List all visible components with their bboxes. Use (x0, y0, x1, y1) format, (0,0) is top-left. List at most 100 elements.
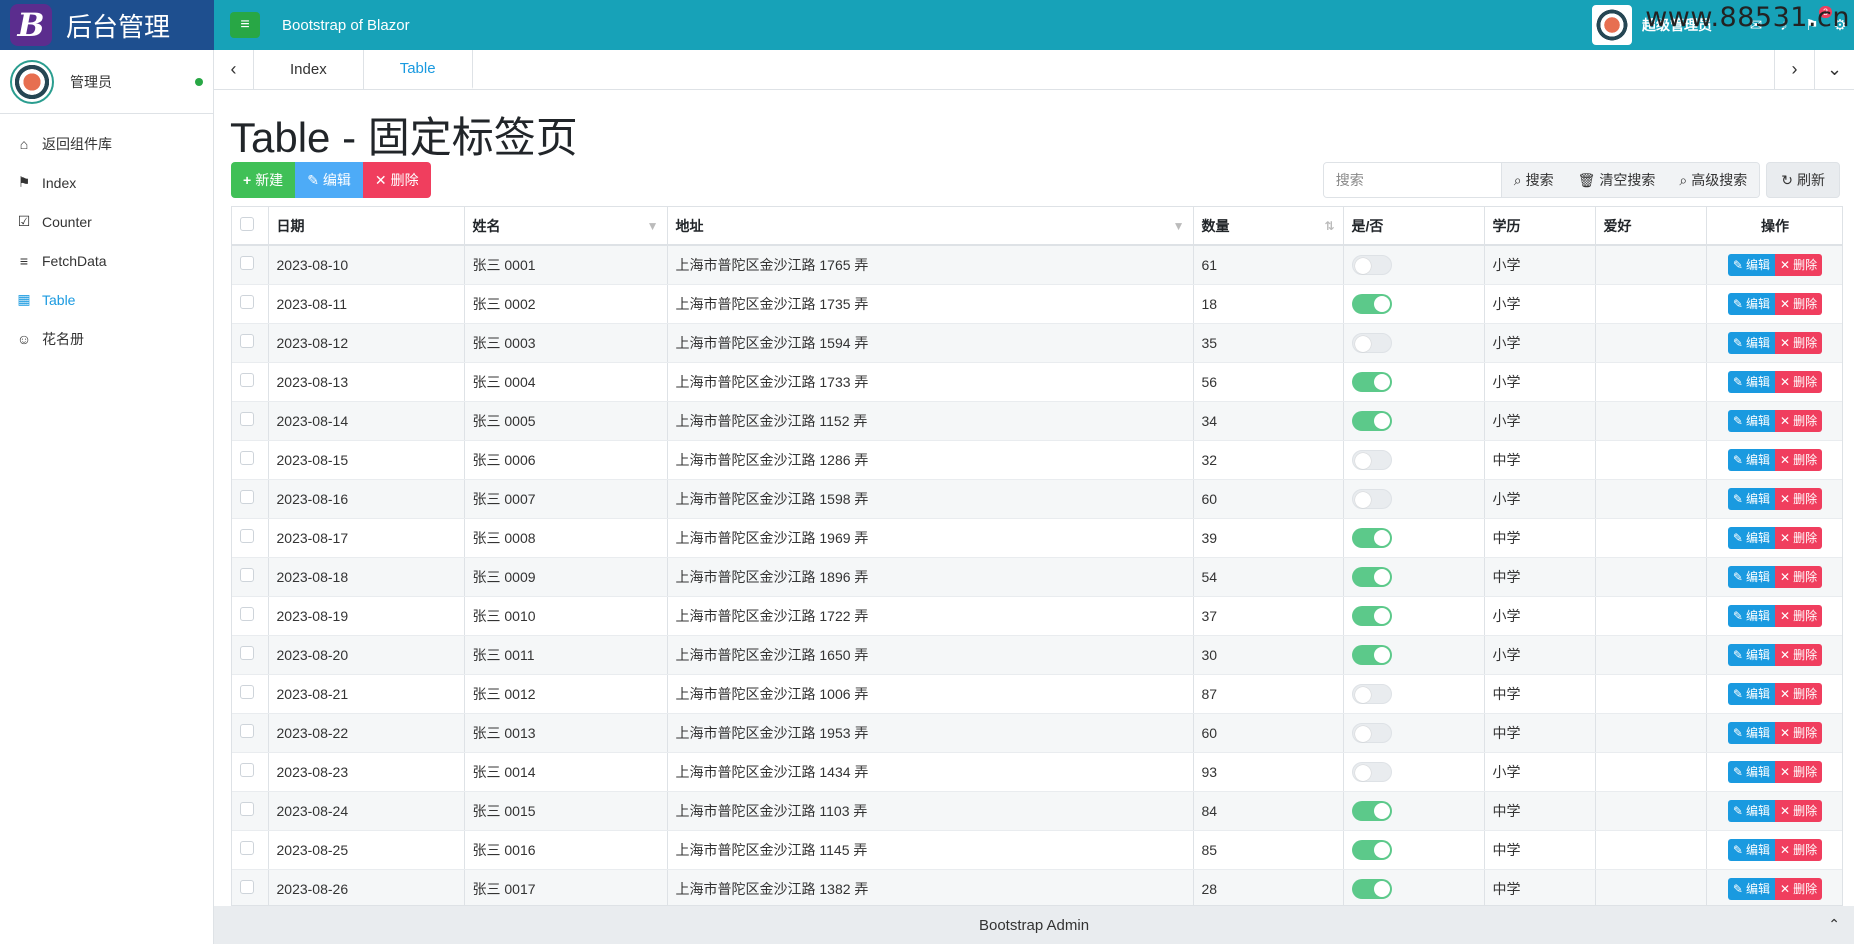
table-row[interactable]: 2023-08-18 张三 0009 上海市普陀区金沙江路 1896 弄 54 中学 ✎ 编… (232, 557, 1842, 597)
toggle-switch[interactable] (1351, 332, 1392, 353)
refresh-button[interactable]: ↻ 刷新 (1766, 162, 1840, 198)
row-checkbox[interactable] (240, 451, 254, 465)
row-checkbox[interactable] (240, 256, 254, 271)
toggle-switch[interactable] (1351, 644, 1392, 665)
row-checkbox[interactable] (240, 529, 254, 543)
row-checkbox[interactable] (240, 334, 254, 348)
sidebar-item-users[interactable]: ☺ 花名册 (0, 319, 213, 358)
toggle-switch[interactable] (1351, 449, 1392, 470)
table-row[interactable]: 2023-08-10 张三 0001 上海市普陀区金沙江路 1765 弄 61 小学 ✎ 编… (232, 245, 1842, 285)
row-delete-button[interactable]: ✕ 删除 (1775, 409, 1823, 432)
row-delete-button[interactable]: ✕ 删除 (1775, 292, 1823, 315)
row-delete-button[interactable]: ✕ 删除 (1775, 448, 1823, 471)
tab-table[interactable]: Table (363, 50, 473, 89)
row-checkbox[interactable] (240, 802, 254, 816)
row-checkbox[interactable] (240, 568, 254, 582)
row-edit-button[interactable]: ✎ 编辑 (1727, 838, 1775, 861)
scroll-top-icon[interactable]: ⌃ (1828, 916, 1840, 933)
table-row[interactable]: 2023-08-17 张三 0008 上海市普陀区金沙江路 1969 弄 39 中学 ✎ 编… (232, 518, 1842, 558)
delete-button[interactable]: ✕ 删除 (362, 162, 431, 198)
table-row[interactable]: 2023-08-19 张三 0010 上海市普陀区金沙江路 1722 弄 37 小学 ✎ 编… (232, 596, 1842, 636)
table-row[interactable]: 2023-08-21 张三 0012 上海市普陀区金沙江路 1006 弄 87 中学 ✎ 编… (232, 674, 1842, 714)
sort-icon[interactable]: ⇅ (1324, 219, 1334, 233)
toggle-switch[interactable] (1351, 683, 1392, 704)
toggle-switch[interactable] (1351, 800, 1392, 821)
row-delete-button[interactable]: ✕ 删除 (1775, 643, 1823, 666)
row-checkbox[interactable] (240, 607, 254, 621)
row-delete-button[interactable]: ✕ 删除 (1775, 565, 1823, 588)
tab-scroll-left-button[interactable]: ‹ (214, 50, 254, 89)
header-avatar[interactable] (1592, 5, 1632, 45)
table-row[interactable]: 2023-08-23 张三 0014 上海市普陀区金沙江路 1434 弄 93 小学 ✎ 编… (232, 752, 1842, 792)
toggle-switch[interactable] (1351, 410, 1392, 431)
row-delete-button[interactable]: ✕ 删除 (1775, 331, 1823, 354)
row-checkbox[interactable] (240, 490, 254, 504)
row-delete-button[interactable]: ✕ 删除 (1775, 877, 1823, 900)
table-row[interactable]: 2023-08-25 张三 0016 上海市普陀区金沙江路 1145 弄 85 中学 ✎ 编… (232, 830, 1842, 870)
tab-index[interactable]: Index (254, 50, 364, 89)
row-edit-button[interactable]: ✎ 编辑 (1727, 799, 1775, 822)
toggle-switch[interactable] (1351, 722, 1392, 743)
tab-scroll-right-button[interactable]: › (1774, 50, 1814, 89)
filter-icon[interactable]: ▼ (647, 219, 659, 233)
edit-button[interactable]: ✎ 编辑 (295, 162, 363, 198)
sidebar-item-checkbox[interactable]: ☑ Counter (0, 202, 213, 241)
table-row[interactable]: 2023-08-22 张三 0013 上海市普陀区金沙江路 1953 弄 60 中学 ✎ 编… (232, 713, 1842, 753)
menu-toggle-button[interactable]: ≡ (230, 12, 260, 38)
row-edit-button[interactable]: ✎ 编辑 (1727, 370, 1775, 393)
toggle-switch[interactable] (1351, 605, 1392, 626)
column-header-address[interactable]: 地址 ▼ (667, 207, 1194, 246)
row-edit-button[interactable]: ✎ 编辑 (1727, 331, 1775, 354)
search-input[interactable] (1323, 163, 1502, 197)
column-header-date[interactable]: 日期 (268, 207, 465, 246)
row-delete-button[interactable]: ✕ 删除 (1775, 487, 1823, 510)
row-checkbox[interactable] (240, 724, 254, 738)
table-row[interactable]: 2023-08-16 张三 0007 上海市普陀区金沙江路 1598 弄 60 小学 ✎ 编… (232, 479, 1842, 519)
row-delete-button[interactable]: ✕ 删除 (1775, 799, 1823, 822)
row-checkbox[interactable] (240, 646, 254, 660)
row-edit-button[interactable]: ✎ 编辑 (1727, 526, 1775, 549)
table-row[interactable]: 2023-08-20 张三 0011 上海市普陀区金沙江路 1650 弄 30 小学 ✎ 编… (232, 635, 1842, 675)
table-row[interactable]: 2023-08-13 张三 0004 上海市普陀区金沙江路 1733 弄 56 小学 ✎ 编… (232, 362, 1842, 402)
tab-dropdown-button[interactable]: ⌄ (1814, 50, 1854, 89)
toggle-switch[interactable] (1351, 527, 1392, 548)
row-edit-button[interactable]: ✎ 编辑 (1727, 877, 1775, 900)
toggle-switch[interactable] (1351, 371, 1392, 392)
advanced-search-button[interactable]: ⌕ 高级搜索 (1667, 163, 1760, 197)
row-delete-button[interactable]: ✕ 删除 (1775, 682, 1823, 705)
row-checkbox[interactable] (240, 373, 254, 387)
row-edit-button[interactable]: ✎ 编辑 (1727, 565, 1775, 588)
row-edit-button[interactable]: ✎ 编辑 (1727, 448, 1775, 471)
row-edit-button[interactable]: ✎ 编辑 (1727, 643, 1775, 666)
row-edit-button[interactable]: ✎ 编辑 (1727, 487, 1775, 510)
sidebar-item-database[interactable]: ≡ FetchData (0, 241, 213, 280)
row-edit-button[interactable]: ✎ 编辑 (1727, 292, 1775, 315)
select-all-checkbox[interactable] (240, 217, 254, 231)
row-delete-button[interactable]: ✕ 删除 (1775, 838, 1823, 861)
row-checkbox[interactable] (240, 841, 254, 855)
table-row[interactable]: 2023-08-14 张三 0005 上海市普陀区金沙江路 1152 弄 34 小学 ✎ 编… (232, 401, 1842, 441)
sidebar-item-flag[interactable]: ⚑ Index (0, 163, 213, 202)
toggle-switch[interactable] (1351, 488, 1392, 509)
row-edit-button[interactable]: ✎ 编辑 (1727, 721, 1775, 744)
table-row[interactable]: 2023-08-24 张三 0015 上海市普陀区金沙江路 1103 弄 84 中学 ✎ 编… (232, 791, 1842, 831)
row-delete-button[interactable]: ✕ 删除 (1775, 760, 1823, 783)
row-checkbox[interactable] (240, 295, 254, 309)
row-edit-button[interactable]: ✎ 编辑 (1727, 409, 1775, 432)
row-delete-button[interactable]: ✕ 删除 (1775, 253, 1823, 276)
sidebar-item-home[interactable]: ⌂ 返回组件库 (0, 124, 213, 163)
toggle-switch[interactable] (1351, 254, 1392, 275)
table-row[interactable]: 2023-08-11 张三 0002 上海市普陀区金沙江路 1735 弄 18 小学 ✎ 编… (232, 284, 1842, 324)
row-checkbox[interactable] (240, 763, 254, 777)
clear-search-button[interactable]: 🗑 清空搜索 (1565, 163, 1668, 197)
search-button[interactable]: ⌕ 搜索 (1501, 163, 1566, 197)
row-checkbox[interactable] (240, 880, 254, 894)
row-checkbox[interactable] (240, 412, 254, 426)
row-edit-button[interactable]: ✎ 编辑 (1727, 253, 1775, 276)
table-row[interactable]: 2023-08-15 张三 0006 上海市普陀区金沙江路 1286 弄 32 中学 ✎ 编… (232, 440, 1842, 480)
toggle-switch[interactable] (1351, 878, 1392, 899)
add-button[interactable]: + 新建 (231, 162, 296, 198)
column-header-count[interactable]: 数量 ⇅ (1193, 207, 1344, 246)
table-row[interactable]: 2023-08-26 张三 0017 上海市普陀区金沙江路 1382 弄 28 中学 ✎ 编… (232, 869, 1842, 905)
row-edit-button[interactable]: ✎ 编辑 (1727, 604, 1775, 627)
